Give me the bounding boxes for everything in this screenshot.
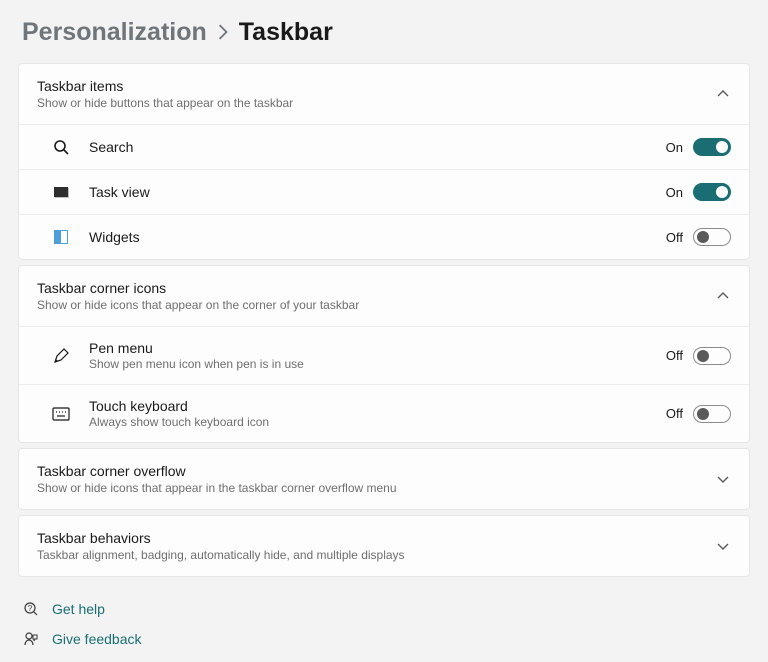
svg-text:?: ? bbox=[28, 604, 33, 613]
give-feedback-link[interactable]: Give feedback bbox=[22, 631, 750, 647]
breadcrumb-current: Taskbar bbox=[239, 18, 333, 47]
task-view-icon bbox=[37, 187, 85, 197]
pen-icon bbox=[37, 347, 85, 365]
row-pen-menu: Pen menu Show pen menu icon when pen is … bbox=[19, 326, 749, 384]
help-icon: ? bbox=[22, 601, 40, 617]
section-corner-icons: Taskbar corner icons Show or hide icons … bbox=[18, 265, 750, 443]
chevron-down-icon bbox=[717, 475, 731, 483]
row-label: Pen menu bbox=[89, 340, 666, 356]
chevron-down-icon bbox=[717, 542, 731, 550]
chevron-up-icon bbox=[717, 90, 731, 98]
search-icon bbox=[37, 139, 85, 155]
row-task-view: Task view On bbox=[19, 169, 749, 214]
row-search: Search On bbox=[19, 124, 749, 169]
get-help-link[interactable]: ? Get help bbox=[22, 601, 750, 617]
row-label: Touch keyboard bbox=[89, 398, 666, 414]
toggle-state-label: On bbox=[666, 185, 683, 200]
section-subtitle: Show or hide icons that appear on the co… bbox=[37, 298, 717, 312]
row-touch-keyboard: Touch keyboard Always show touch keyboar… bbox=[19, 384, 749, 442]
toggle-state-label: Off bbox=[666, 406, 683, 421]
toggle-touch-keyboard[interactable] bbox=[693, 405, 731, 423]
widgets-icon bbox=[37, 230, 85, 244]
section-title: Taskbar items bbox=[37, 78, 717, 94]
row-subtitle: Show pen menu icon when pen is in use bbox=[89, 357, 666, 371]
section-corner-overflow: Taskbar corner overflow Show or hide ico… bbox=[18, 448, 750, 510]
row-widgets: Widgets Off bbox=[19, 214, 749, 259]
toggle-search[interactable] bbox=[693, 138, 731, 156]
toggle-pen-menu[interactable] bbox=[693, 347, 731, 365]
toggle-state-label: Off bbox=[666, 230, 683, 245]
toggle-task-view[interactable] bbox=[693, 183, 731, 201]
section-taskbar-behaviors: Taskbar behaviors Taskbar alignment, bad… bbox=[18, 515, 750, 577]
link-label: Get help bbox=[52, 601, 105, 617]
section-header-taskbar-behaviors[interactable]: Taskbar behaviors Taskbar alignment, bad… bbox=[19, 516, 749, 576]
section-header-taskbar-items[interactable]: Taskbar items Show or hide buttons that … bbox=[19, 64, 749, 124]
section-title: Taskbar corner icons bbox=[37, 280, 717, 296]
section-title: Taskbar corner overflow bbox=[37, 463, 717, 479]
row-label: Task view bbox=[89, 184, 666, 200]
chevron-up-icon bbox=[717, 292, 731, 300]
row-label: Search bbox=[89, 139, 666, 155]
keyboard-icon bbox=[37, 407, 85, 421]
row-label: Widgets bbox=[89, 229, 666, 245]
toggle-state-label: On bbox=[666, 140, 683, 155]
link-label: Give feedback bbox=[52, 631, 142, 647]
breadcrumb-parent[interactable]: Personalization bbox=[22, 18, 207, 47]
section-subtitle: Show or hide icons that appear in the ta… bbox=[37, 481, 717, 495]
section-taskbar-items: Taskbar items Show or hide buttons that … bbox=[18, 63, 750, 260]
section-header-corner-overflow[interactable]: Taskbar corner overflow Show or hide ico… bbox=[19, 449, 749, 509]
section-title: Taskbar behaviors bbox=[37, 530, 717, 546]
toggle-widgets[interactable] bbox=[693, 228, 731, 246]
breadcrumb: Personalization Taskbar bbox=[22, 18, 750, 47]
feedback-icon bbox=[22, 631, 40, 647]
chevron-right-icon bbox=[217, 20, 229, 46]
toggle-state-label: Off bbox=[666, 348, 683, 363]
section-subtitle: Show or hide buttons that appear on the … bbox=[37, 96, 717, 110]
row-subtitle: Always show touch keyboard icon bbox=[89, 415, 666, 429]
section-subtitle: Taskbar alignment, badging, automaticall… bbox=[37, 548, 717, 562]
section-header-corner-icons[interactable]: Taskbar corner icons Show or hide icons … bbox=[19, 266, 749, 326]
footer-links: ? Get help Give feedback bbox=[18, 601, 750, 647]
